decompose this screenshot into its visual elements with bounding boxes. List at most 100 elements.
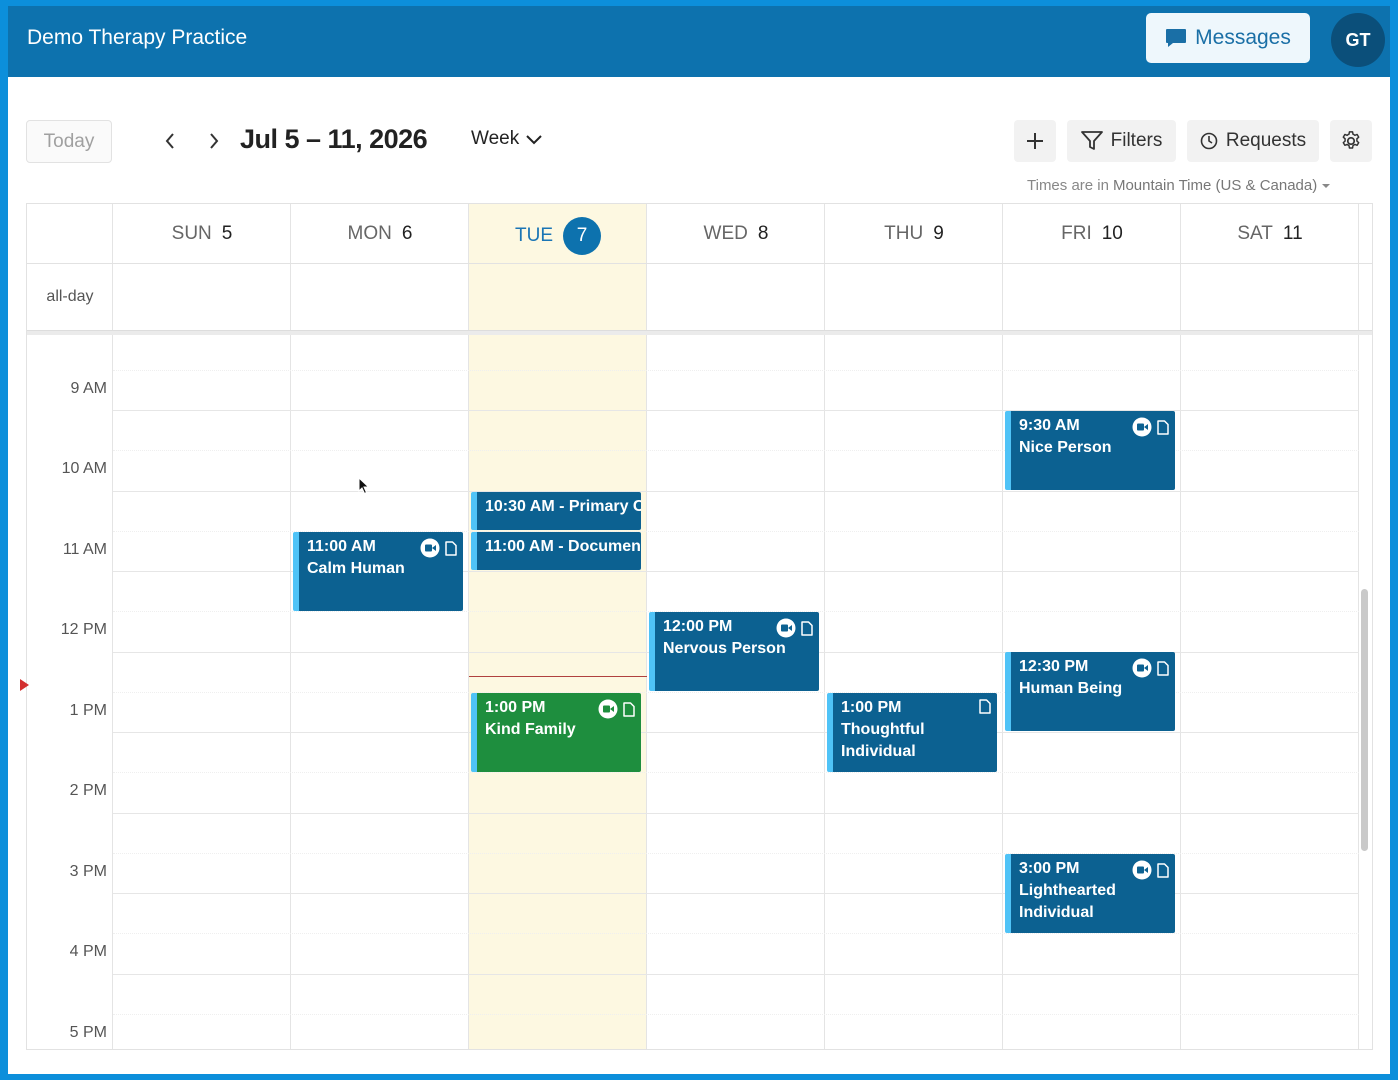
half-hour-line <box>113 1014 1359 1015</box>
current-time-line <box>469 676 647 677</box>
event-thoughtful-individual[interactable]: 1:00 PM Thoughtful Individual <box>827 693 997 772</box>
day-header-num: 10 <box>1101 223 1123 244</box>
day-header-tue[interactable]: TUE 7 <box>469 204 647 264</box>
today-button[interactable]: Today <box>26 120 112 163</box>
video-icon <box>1132 658 1152 678</box>
day-header-wed[interactable]: WED 8 <box>647 204 825 264</box>
event-nice-person[interactable]: 9:30 AM Nice Person <box>1005 411 1175 490</box>
filters-label: Filters <box>1110 130 1163 151</box>
day-header-num: 6 <box>401 223 413 244</box>
day-header-num: 5 <box>221 223 233 244</box>
day-header-dow: SUN <box>171 223 212 244</box>
note-icon <box>623 701 635 717</box>
event-time: 1:00 PM <box>841 699 902 716</box>
event-human-being[interactable]: 12:30 PM Human Being <box>1005 652 1175 731</box>
event-icons <box>776 618 813 638</box>
video-icon <box>1132 417 1152 437</box>
view-selector[interactable]: Week <box>471 128 543 150</box>
time-label: 11 AM <box>62 541 107 558</box>
note-icon <box>1157 660 1169 676</box>
requests-button[interactable]: Requests <box>1187 120 1319 162</box>
date-range-title: Jul 5 – 11, 2026 <box>240 124 428 154</box>
chevron-right-icon <box>210 133 219 149</box>
video-icon <box>776 618 796 638</box>
next-week-button[interactable] <box>199 126 229 156</box>
note-icon <box>1157 862 1169 878</box>
event-title: Thoughtful Individual <box>841 721 925 760</box>
messages-label: Messages <box>1195 26 1291 49</box>
day-header-num: 11 <box>1282 223 1303 244</box>
today-date-badge: 7 <box>563 217 601 255</box>
day-header-dow: SAT <box>1237 223 1273 244</box>
hour-line <box>113 813 1359 814</box>
event-title: Lighthearted Individual <box>1019 882 1116 921</box>
chevron-left-icon <box>165 133 174 149</box>
event-lighthearted-individual[interactable]: 3:00 PM Lighthearted Individual <box>1005 854 1175 933</box>
note-icon <box>445 540 457 556</box>
day-header-num: 8 <box>757 223 769 244</box>
event-time: 10:30 AM <box>485 498 555 515</box>
half-hour-line <box>113 772 1359 773</box>
half-hour-line <box>113 370 1359 371</box>
day-header-fri[interactable]: FRI 10 <box>1003 204 1181 264</box>
event-kind-family[interactable]: 1:00 PM Kind Family <box>471 693 641 772</box>
event-nervous-person[interactable]: 12:00 PM Nervous Person <box>649 612 819 691</box>
event-icons <box>1132 658 1169 678</box>
week-calendar: SUN 5 MON 6 TUE 7 WED 8 THU 9 FRI 10 SAT… <box>26 203 1373 1050</box>
timezone-prefix: Times are in <box>1027 177 1109 194</box>
video-icon <box>420 538 440 558</box>
add-event-button[interactable] <box>1014 120 1056 162</box>
time-label: 1 PM <box>69 702 107 719</box>
settings-button[interactable] <box>1330 120 1372 162</box>
view-selector-label: Week <box>471 128 520 149</box>
event-time: 11:00 AM <box>485 538 554 555</box>
requests-label: Requests <box>1225 130 1307 151</box>
day-header-dow: WED <box>703 223 748 244</box>
hour-line <box>113 974 1359 975</box>
mouse-cursor-icon <box>358 477 370 495</box>
app-window: Demo Therapy Practice Messages GT Today … <box>8 6 1390 1074</box>
day-header-row: SUN 5 MON 6 TUE 7 WED 8 THU 9 FRI 10 SAT… <box>27 204 1372 264</box>
half-hour-line <box>113 933 1359 934</box>
note-icon <box>979 699 991 714</box>
event-title: Nice Person <box>1019 439 1112 456</box>
event-calm-human[interactable]: 11:00 AM Calm Human <box>293 532 463 611</box>
event-primary-care[interactable]: 10:30 AM - Primary Care <box>471 492 641 530</box>
allday-label: all-day <box>46 288 94 305</box>
time-label: 10 AM <box>61 460 107 477</box>
plus-icon <box>1027 133 1043 149</box>
event-icons <box>1132 417 1169 437</box>
messages-button[interactable]: Messages <box>1146 13 1310 63</box>
hour-line <box>113 732 1359 733</box>
timezone-selector[interactable]: Times are in Mountain Time (US & Canada) <box>1027 177 1331 194</box>
event-icons <box>420 538 457 558</box>
day-header-num: 9 <box>933 223 944 244</box>
top-bar: Demo Therapy Practice Messages GT <box>8 6 1390 77</box>
previous-week-button[interactable] <box>155 126 185 156</box>
clock-icon <box>1200 132 1218 150</box>
event-title: Calm Human <box>307 560 405 577</box>
day-header-sat[interactable]: SAT 11 <box>1181 204 1359 264</box>
gear-icon <box>1342 131 1360 149</box>
event-title: - Primary Care <box>559 498 641 515</box>
time-label: 12 PM <box>60 621 107 638</box>
user-avatar[interactable]: GT <box>1331 13 1385 67</box>
day-header-mon[interactable]: MON 6 <box>291 204 469 264</box>
day-header-dow: FRI <box>1061 223 1092 244</box>
day-header-dow: THU <box>884 223 924 244</box>
day-header-thu[interactable]: THU 9 <box>825 204 1003 264</box>
allday-separator <box>27 330 1372 335</box>
filters-button[interactable]: Filters <box>1067 120 1176 162</box>
time-label: 3 PM <box>69 863 107 880</box>
filter-icon <box>1080 131 1103 150</box>
day-header-sun[interactable]: SUN 5 <box>113 204 291 264</box>
hour-line <box>113 491 1359 492</box>
event-title: Nervous Person <box>663 640 786 657</box>
calendar-scrollbar[interactable] <box>1361 589 1368 851</box>
chevron-down-icon <box>526 135 542 145</box>
event-documentation[interactable]: 11:00 AM - Documentation <box>471 532 641 570</box>
video-icon <box>1132 860 1152 880</box>
day-header-dow: MON <box>347 223 392 244</box>
day-header-dow: TUE <box>515 225 553 246</box>
timezone-name: Mountain Time (US & Canada) <box>1112 177 1318 194</box>
